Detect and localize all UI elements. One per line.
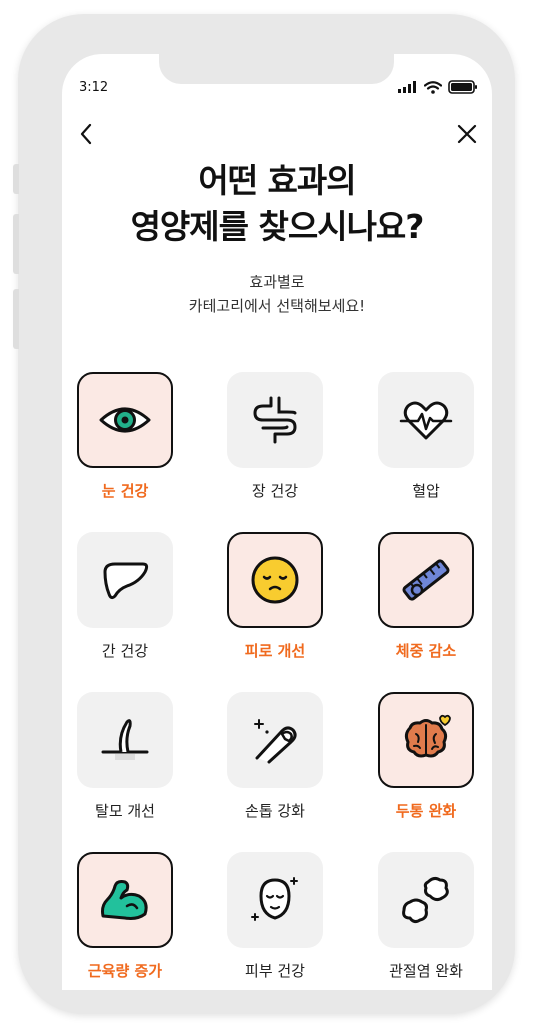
category-gut-health[interactable]: 장 건강 [214,372,334,512]
category-nail-strength[interactable]: 손톱 강화 [214,692,334,832]
nail-icon [254,719,297,764]
category-blood-pressure[interactable]: 혈압 [365,372,485,512]
category-label: 체중 감소 [395,642,457,660]
wifi-icon [424,80,442,94]
status-bar: 3:12 [62,76,492,98]
category-label: 눈 건강 [101,482,149,500]
category-arthritis-relief[interactable]: 관절염 완화 [365,852,485,990]
screen: 3:12 어떤 효과의 영양제를 찾으시나요? 효과별로 카테고리에서 선택해보… [62,54,492,990]
category-label: 피로 개선 [244,642,306,660]
category-tile [227,692,323,788]
eye-icon [99,407,151,433]
category-label: 손톱 강화 [245,802,305,820]
category-tile [227,372,323,468]
intestine-icon [253,396,297,444]
hair-icon [101,719,149,760]
category-weight-loss[interactable]: 체중 감소 [365,532,485,672]
category-tile [77,692,173,788]
category-label: 피부 건강 [245,962,305,980]
liver-icon [103,562,149,600]
heartbeat-icon [399,401,453,440]
face-icon [251,877,298,921]
battery-icon [448,80,477,94]
category-tile [77,372,173,468]
signal-icon [398,81,416,93]
mute-switch [13,164,19,194]
volume-up-button [13,214,19,274]
category-label: 관절염 완화 [389,962,463,980]
brain-icon [404,714,451,758]
category-label: 간 건강 [101,642,149,660]
joint-bone-icon [402,876,449,924]
category-headache-relief[interactable]: 두통 완화 [365,692,485,832]
category-tile [227,852,323,948]
close-button[interactable] [451,118,483,150]
tape-measure-icon [402,559,450,601]
category-label: 장 건강 [251,482,299,500]
category-tile [77,532,173,628]
nav-bar [62,118,492,150]
title-line-2: 영양제를 찾으시나요? [130,207,425,246]
subtitle-line-1: 효과별로 [249,273,305,291]
category-tile [378,852,474,948]
title-line-1: 어떤 효과의 [198,161,356,200]
back-button[interactable] [70,118,102,150]
category-tile [378,692,474,788]
category-hair-loss[interactable]: 탈모 개선 [64,692,184,832]
subtitle-line-2: 카테고리에서 선택해보세요! [188,297,366,315]
category-label: 탈모 개선 [95,802,155,820]
page-subtitle: 효과별로 카테고리에서 선택해보세요! [62,270,492,318]
category-fatigue-relief[interactable]: 피로 개선 [214,532,334,672]
category-eye-health[interactable]: 눈 건강 [64,372,184,512]
category-label: 근육량 증가 [87,962,163,980]
category-tile [378,532,474,628]
category-label: 혈압 [412,482,440,500]
tired-face-icon [251,556,299,604]
page-title: 어떤 효과의 영양제를 찾으시나요? [62,158,492,250]
category-skin-health[interactable]: 피부 건강 [214,852,334,990]
category-muscle-gain[interactable]: 근육량 증가 [64,852,184,990]
category-liver-health[interactable]: 간 건강 [64,532,184,672]
phone-frame: 3:12 어떤 효과의 영양제를 찾으시나요? 효과별로 카테고리에서 선택해보… [13,14,515,1014]
close-icon [457,124,477,144]
volume-down-button [13,289,19,349]
muscle-arm-icon [101,880,148,920]
category-tile [227,532,323,628]
category-label: 두통 완화 [395,802,457,820]
category-tile [378,372,474,468]
chevron-left-icon [80,123,92,145]
category-tile [77,852,173,948]
status-time: 3:12 [79,80,109,95]
